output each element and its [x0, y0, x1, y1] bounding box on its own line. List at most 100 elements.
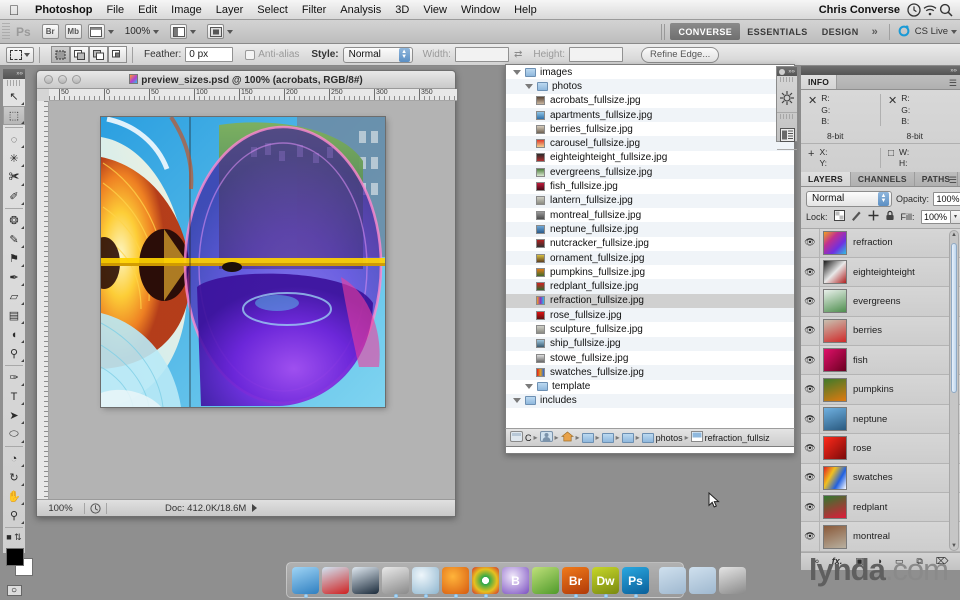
scrollbar-thumb[interactable]: [951, 242, 957, 393]
document-title-bar[interactable]: preview_sizes.psd @ 100% (acrobats, RGB/…: [37, 71, 455, 89]
spot-healing-brush-tool[interactable]: ❂: [3, 211, 25, 230]
iphone-sim-icon[interactable]: [352, 567, 379, 594]
browser-file-row[interactable]: sculpture_fullsize.jpg: [506, 322, 794, 336]
type-tool[interactable]: T: [3, 387, 25, 406]
workspace-design[interactable]: DESIGN: [815, 20, 866, 44]
menu-item-window[interactable]: Window: [454, 0, 507, 20]
subtract-from-selection-icon[interactable]: [89, 46, 108, 63]
browser-file-row[interactable]: refraction_fullsize.jpg: [506, 293, 794, 309]
layer-thumbnail[interactable]: [823, 260, 847, 285]
layer-thumbnail[interactable]: [823, 348, 847, 373]
browser-file-row[interactable]: neptune_fullsize.jpg: [506, 222, 794, 237]
3d-object-rotate-tool[interactable]: ◔: [3, 449, 25, 468]
history-panel-icon[interactable]: [777, 120, 797, 150]
trash-icon[interactable]: [719, 567, 746, 594]
browser-file-row[interactable]: ship_fullsize.jpg: [506, 336, 794, 351]
bbedit-icon[interactable]: B: [502, 567, 529, 594]
layer-visibility-toggle[interactable]: 👁: [801, 404, 820, 434]
disclosure-triangle-icon[interactable]: [512, 68, 521, 77]
refine-edge-button[interactable]: Refine Edge...: [641, 46, 720, 63]
menu-item-layer[interactable]: Layer: [209, 0, 251, 20]
browser-folder-row[interactable]: template: [506, 380, 794, 394]
downloads-stack-icon[interactable]: [659, 567, 686, 594]
layer-visibility-toggle[interactable]: 👁: [801, 434, 820, 463]
more-workspaces-button[interactable]: »: [866, 20, 884, 44]
disclosure-triangle-icon[interactable]: [512, 396, 521, 405]
expand-panels-icon[interactable]: »»: [788, 69, 795, 75]
apple-menu-icon[interactable]: : [0, 3, 28, 17]
layer-row[interactable]: 👁 eighteighteight: [801, 257, 960, 288]
workspace-converse[interactable]: CONVERSE: [670, 23, 741, 40]
workspace-grip[interactable]: [661, 23, 666, 40]
ellipse-shape-tool[interactable]: ⬭: [3, 425, 25, 444]
zoom-percentage[interactable]: 100%: [37, 502, 85, 514]
lock-transparent-pixels-icon[interactable]: [833, 210, 845, 223]
lock-all-icon[interactable]: [885, 210, 895, 223]
clone-stamp-tool[interactable]: ⚑: [3, 249, 25, 268]
ichat-icon[interactable]: [322, 567, 349, 594]
mini-bridge-icon[interactable]: [777, 83, 797, 113]
scroll-down-arrow-icon[interactable]: ▼: [950, 543, 958, 549]
browser-file-row[interactable]: pumpkins_fullsize.jpg: [506, 265, 794, 279]
layer-thumbnail[interactable]: [823, 407, 847, 432]
layer-thumbnail[interactable]: [823, 318, 847, 343]
lasso-tool[interactable]: ◌: [3, 130, 25, 149]
browser-file-row[interactable]: eighteighteight_fullsize.jpg: [506, 151, 794, 165]
layer-row[interactable]: 👁 swatches: [801, 463, 960, 494]
edit-in-quick-mask-mode[interactable]: ○: [3, 582, 25, 598]
tool-preset-picker[interactable]: [6, 46, 34, 63]
brush-tool[interactable]: ✎: [3, 230, 25, 249]
eyedropper-tool[interactable]: ✐: [3, 187, 25, 206]
layer-row[interactable]: 👁 pumpkins: [801, 375, 960, 405]
history-brush-tool[interactable]: ✒: [3, 268, 25, 287]
pen-tool[interactable]: ✑: [3, 368, 25, 387]
new-selection-icon[interactable]: [51, 46, 70, 63]
dodge-tool[interactable]: ⚲: [3, 344, 25, 363]
browser-file-row[interactable]: redplant_fullsize.jpg: [506, 279, 794, 294]
layer-visibility-toggle[interactable]: 👁: [801, 287, 820, 316]
path-crumb-photos[interactable]: photos: [656, 433, 683, 443]
dock-header[interactable]: »»: [801, 66, 960, 75]
browser-file-row[interactable]: nutcracker_fullsize.jpg: [506, 237, 794, 251]
height-input[interactable]: [569, 47, 624, 62]
document-info-icon[interactable]: [85, 502, 107, 514]
wifi-icon[interactable]: [922, 2, 938, 18]
photoshop-icon[interactable]: Ps: [622, 567, 649, 598]
layer-thumbnail[interactable]: [823, 289, 847, 314]
app-bar-grip[interactable]: [2, 22, 10, 41]
menu-item-select[interactable]: Select: [250, 0, 295, 20]
gradient-tool[interactable]: ▤: [3, 306, 25, 325]
browser-file-row[interactable]: rose_fullsize.jpg: [506, 308, 794, 323]
style-select[interactable]: Normal ▲ ▼: [342, 46, 413, 63]
quick-selection-tool[interactable]: ✳: [3, 149, 25, 168]
path-crumb-file[interactable]: refraction_fullsiz: [705, 433, 770, 443]
browser-file-row[interactable]: berries_fullsize.jpg: [506, 122, 794, 136]
layer-visibility-toggle[interactable]: 👁: [801, 493, 820, 522]
mini-dock-header[interactable]: »»: [777, 67, 797, 76]
file-browser-list[interactable]: images photos acrobats_fullsize.jpg apartme…: [505, 64, 795, 454]
cs-live-menu[interactable]: CS Live: [895, 20, 960, 44]
launch-bridge-button[interactable]: Br: [41, 24, 59, 39]
layer-thumbnail[interactable]: [823, 230, 847, 255]
fill-stepper-icon[interactable]: ▾: [950, 209, 960, 224]
folder-icon[interactable]: [581, 432, 594, 443]
layer-row[interactable]: 👁 fish: [801, 346, 960, 376]
3d-camera-rotate-tool[interactable]: ↻: [3, 468, 25, 487]
status-menu-arrow-icon[interactable]: [252, 504, 258, 512]
crop-tool[interactable]: ✀: [3, 168, 25, 187]
safari-icon[interactable]: [412, 567, 439, 598]
browser-file-row[interactable]: stowe_fullsize.jpg: [506, 351, 794, 365]
menu-item-file[interactable]: File: [99, 0, 131, 20]
browser-file-row[interactable]: lantern_fullsize.jpg: [506, 193, 794, 208]
switch-colors-icon[interactable]: ■ ⇅: [3, 530, 25, 544]
panel-grip[interactable]: [780, 114, 794, 119]
tab-channels[interactable]: CHANNELS: [851, 171, 915, 186]
menu-item-view[interactable]: View: [416, 0, 454, 20]
foreground-color-swatch[interactable]: [6, 548, 24, 566]
tab-layers[interactable]: LAYERS: [801, 171, 851, 186]
browser-folder-row[interactable]: includes: [506, 393, 794, 409]
image-canvas[interactable]: [101, 117, 385, 407]
layer-visibility-toggle[interactable]: 👁: [801, 228, 820, 257]
zoom-level-menu[interactable]: 100%: [117, 20, 163, 44]
panel-menu-icon[interactable]: ☰: [949, 78, 957, 89]
